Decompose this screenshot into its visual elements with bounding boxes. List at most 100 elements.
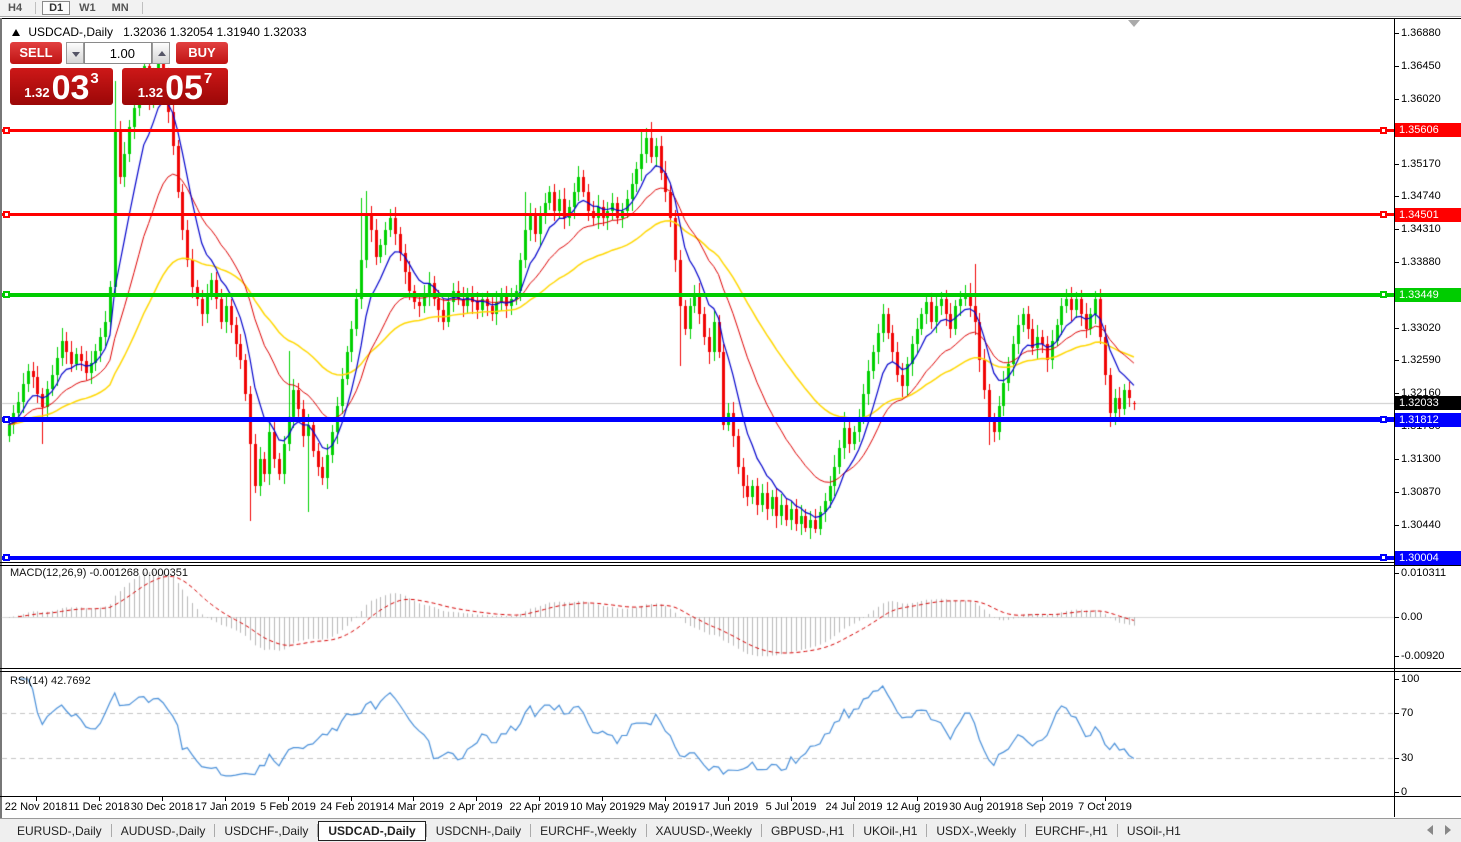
buy-price-main: 05 xyxy=(165,69,203,107)
level-anchor[interactable] xyxy=(3,211,10,218)
rsi-axis-tick xyxy=(1394,679,1399,680)
chart-tab-eurchf-weekly[interactable]: EURCHF-,Weekly xyxy=(531,821,645,841)
price-axis-tick xyxy=(1394,196,1399,197)
chart-tab-usdchf-daily[interactable]: USDCHF-,Daily xyxy=(215,821,317,841)
chart-tab-audusd-daily[interactable]: AUDUSD-,Daily xyxy=(112,821,215,841)
current-price-tag: 1.32033 xyxy=(1395,396,1461,410)
level-anchor[interactable] xyxy=(3,291,10,298)
price-axis-tick xyxy=(1394,99,1399,100)
macd-indicator-canvas[interactable] xyxy=(0,566,1394,668)
arrow-up-icon xyxy=(158,51,166,56)
chart-tab-xauusd-weekly[interactable]: XAUUSD-,Weekly xyxy=(647,821,761,841)
level-anchor[interactable] xyxy=(3,416,10,423)
chart-ohlc-values: 1.32036 1.32054 1.31940 1.32033 xyxy=(123,25,307,39)
level-anchor[interactable] xyxy=(3,127,10,134)
price-axis-label: 1.30870 xyxy=(1401,486,1441,498)
panel-separator[interactable] xyxy=(0,668,1461,669)
level-anchor[interactable] xyxy=(3,554,10,561)
date-axis-label: 24 Jul 2019 xyxy=(825,801,883,813)
date-axis-label: 24 Feb 2019 xyxy=(320,801,382,813)
chart-tab-usdcnh-daily[interactable]: USDCNH-,Daily xyxy=(427,821,530,841)
rsi-indicator-canvas[interactable] xyxy=(0,672,1394,796)
date-axis-label: 17 Jun 2019 xyxy=(697,801,759,813)
level-anchor[interactable] xyxy=(1380,554,1387,561)
chart-tab-usdcad-daily[interactable]: USDCAD-,Daily xyxy=(318,820,426,841)
chart-shift-marker-icon[interactable] xyxy=(1128,20,1140,27)
price-level-tag: 1.35606 xyxy=(1395,123,1461,137)
date-axis-label: 10 May 2019 xyxy=(570,801,634,813)
rsi-axis-tick xyxy=(1394,713,1399,714)
rsi-axis-tick xyxy=(1394,792,1399,793)
rsi-axis-label: 100 xyxy=(1401,673,1420,685)
date-axis-label: 22 Apr 2019 xyxy=(509,801,569,813)
price-axis-tick xyxy=(1394,525,1399,526)
panel-separator[interactable] xyxy=(0,562,1461,563)
price-axis-label: 1.33020 xyxy=(1401,322,1441,334)
date-axis-label: 18 Sep 2019 xyxy=(1010,801,1074,813)
horizontal-level-line[interactable] xyxy=(2,213,1394,216)
buy-price-pip: 7 xyxy=(203,70,213,87)
volume-increase-button[interactable] xyxy=(152,42,170,64)
price-axis-label: 1.32590 xyxy=(1401,354,1441,366)
price-axis-label: 1.36880 xyxy=(1401,27,1441,39)
level-anchor[interactable] xyxy=(1380,291,1387,298)
tabs-scroll-right-icon[interactable] xyxy=(1445,825,1451,835)
rsi-axis-tick xyxy=(1394,758,1399,759)
chart-ohlc-header: USDCAD-,Daily 1.32036 1.32054 1.31940 1.… xyxy=(12,25,307,39)
date-axis-label: 30 Aug 2019 xyxy=(949,801,1011,813)
date-axis-label: 14 Mar 2019 xyxy=(382,801,444,813)
macd-axis-label: 0.00 xyxy=(1401,611,1423,623)
price-axis-tick xyxy=(1394,66,1399,67)
buy-price-display[interactable]: 1.32 05 7 xyxy=(122,68,228,105)
sell-price-display[interactable]: 1.32 03 3 xyxy=(10,68,113,105)
timeframe-w1-button[interactable]: W1 xyxy=(72,1,103,15)
price-level-tag: 1.30004 xyxy=(1395,551,1461,565)
volume-input[interactable]: 1.00 xyxy=(84,42,152,64)
date-axis-label: 30 Dec 2018 xyxy=(130,801,194,813)
sell-price-pip: 3 xyxy=(90,70,99,87)
chart-symbol-title: USDCAD-,Daily xyxy=(28,25,114,39)
chart-tab-ukoil-h1[interactable]: UKOil-,H1 xyxy=(854,821,926,841)
sell-price-main: 03 xyxy=(51,69,90,107)
price-axis-label: 1.33880 xyxy=(1401,256,1441,268)
date-axis-label: 11 Dec 2018 xyxy=(68,801,130,813)
price-axis-label: 1.36020 xyxy=(1401,93,1441,105)
tabs-scroll-left-icon[interactable] xyxy=(1427,825,1433,835)
rsi-axis-label: 70 xyxy=(1401,707,1414,719)
macd-axis-tick xyxy=(1394,573,1399,574)
horizontal-level-line[interactable] xyxy=(2,293,1394,297)
buy-button[interactable]: BUY xyxy=(176,42,228,64)
date-axis-label: 5 Feb 2019 xyxy=(260,801,316,813)
arrow-down-icon xyxy=(72,52,80,57)
sell-price-prefix: 1.32 xyxy=(24,85,50,100)
horizontal-level-line[interactable] xyxy=(2,129,1394,132)
chart-tab-eurusd-daily[interactable]: EURUSD-,Daily xyxy=(8,821,111,841)
level-anchor[interactable] xyxy=(1380,211,1387,218)
date-axis-label: 7 Oct 2019 xyxy=(1078,801,1132,813)
level-anchor[interactable] xyxy=(1380,416,1387,423)
chart-tab-gbpusd-h1[interactable]: GBPUSD-,H1 xyxy=(762,821,853,841)
price-axis-label: 1.35170 xyxy=(1401,158,1441,170)
volume-decrease-button[interactable] xyxy=(66,42,84,64)
timeframe-mn-button[interactable]: MN xyxy=(105,1,136,15)
rsi-label: RSI(14) 42.7692 xyxy=(10,675,91,687)
level-anchor[interactable] xyxy=(1380,127,1387,134)
panel-separator xyxy=(0,671,1461,672)
horizontal-level-line[interactable] xyxy=(2,417,1394,422)
timeframe-d1-button[interactable]: D1 xyxy=(42,1,71,15)
macd-axis-label: 0.010311 xyxy=(1401,567,1447,579)
horizontal-level-line[interactable] xyxy=(2,556,1394,560)
price-axis-label: 1.30440 xyxy=(1401,519,1441,531)
sell-button[interactable]: SELL xyxy=(10,42,62,64)
collapse-arrow-icon[interactable] xyxy=(12,29,20,36)
price-axis-label: 1.34740 xyxy=(1401,190,1441,202)
terminal-window: H4 D1 W1 MN USDCAD-,Daily 1.32036 1.3205… xyxy=(0,0,1461,842)
chart-tab-eurchf-h1[interactable]: EURCHF-,H1 xyxy=(1026,821,1117,841)
macd-main-value: -0.001268 xyxy=(89,567,140,579)
chart-tab-usdx-weekly[interactable]: USDX-,Weekly xyxy=(927,821,1025,841)
macd-label: MACD(12,26,9) -0.001268 0.000351 xyxy=(10,567,188,579)
timeframe-h4-button[interactable]: H4 xyxy=(1,1,29,15)
price-axis-tick xyxy=(1394,229,1399,230)
price-axis-label: 1.36450 xyxy=(1401,60,1441,72)
chart-tab-usoil-h1[interactable]: USOil-,H1 xyxy=(1118,821,1190,841)
